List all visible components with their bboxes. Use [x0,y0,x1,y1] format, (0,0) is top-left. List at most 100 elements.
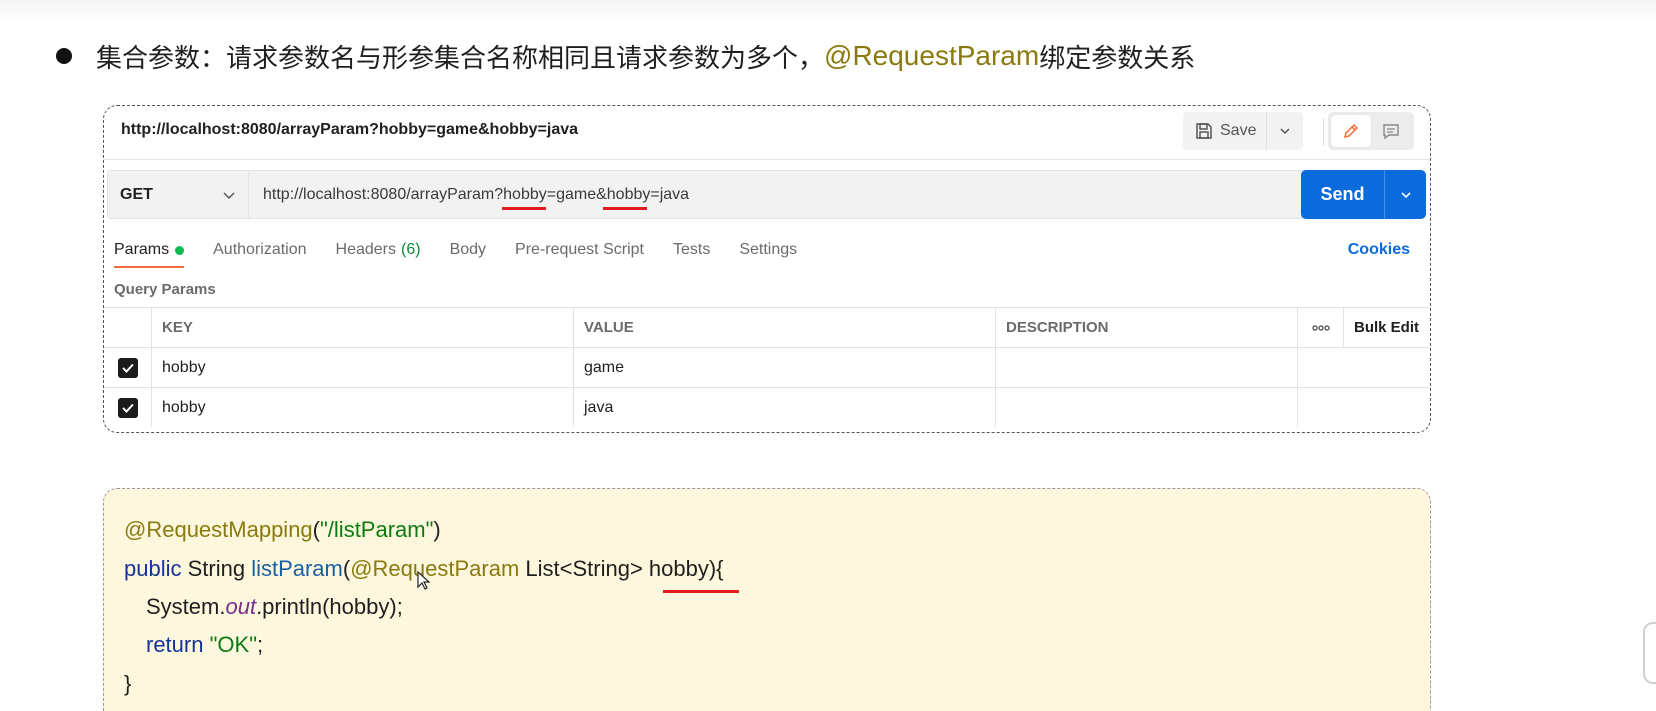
save-button[interactable]: Save [1183,112,1268,150]
code-panel: @RequestMapping("/listParam") public Str… [103,488,1431,711]
comment-icon [1383,124,1399,140]
tab-authorization[interactable]: Authorization [213,230,306,270]
code-keyword: public [124,556,182,581]
code-text: .println(hobby); [256,594,403,619]
code-text: List<String> hobby){ [519,556,724,581]
checkbox-checked-icon [117,397,138,418]
url-part-base: http://localhost:8080/arrayParam? [263,185,504,203]
code-text: String [181,556,252,581]
request-tabs: Params Authorization Headers (6) Body Pre… [114,230,826,270]
code-text: ) [433,517,441,542]
code-string: "OK" [209,632,258,657]
tab-label: Authorization [213,241,307,258]
code-text: ( [312,517,320,542]
headers-count: (6) [401,241,421,258]
postman-panel: http://localhost:8080/arrayParam?hobby=g… [103,105,1431,433]
chevron-down-icon [1400,191,1411,198]
column-header-description: DESCRIPTION [996,308,1298,347]
tab-label: Body [449,241,487,258]
code-underline-hobby [663,590,739,593]
bullet-tail: 绑定参数关系 [1039,43,1196,74]
tab-headers[interactable]: Headers (6) [336,230,421,270]
code-keyword: return [146,632,204,657]
request-title[interactable]: http://localhost:8080/arrayParam?hobby=g… [121,121,578,139]
method-value: GET [120,185,153,203]
checkbox-checked-icon [117,357,138,378]
table-header-row: KEY VALUE DESCRIPTION Bulk Edit [104,307,1430,347]
cursor-pointer-icon [417,571,431,590]
cookies-link[interactable]: Cookies [1348,230,1410,270]
column-header-key: KEY [152,308,574,347]
query-params-table: KEY VALUE DESCRIPTION Bulk Edit hobby ga… [104,307,1430,427]
send-options-button[interactable] [1385,170,1426,219]
save-options-button[interactable] [1267,112,1303,150]
pencil-icon [1343,123,1359,139]
param-description-cell[interactable] [996,388,1298,427]
code-text: ( [342,556,351,581]
url-part-end: =java [650,185,690,203]
header-check-cell [104,308,152,347]
url-part-key2: hobby [606,185,651,203]
url-part-mid: =game& [546,185,607,203]
row-trailing-cell [1298,388,1430,427]
url-input[interactable]: http://localhost:8080/arrayParam? hobby =g… [249,170,1329,219]
code-line-1: @RequestMapping("/listParam") [124,515,441,545]
code-line-5: } [124,669,131,699]
code-annotation: @RequestMapping [124,517,313,542]
header-divider [1323,118,1324,146]
code-field: out [225,594,257,619]
tab-body[interactable]: Body [450,230,486,270]
edit-mode-button[interactable] [1331,115,1371,147]
send-group: Send [1301,170,1426,219]
code-text: } [124,671,132,696]
bullet-text: 集合参数：请求参数名与形参集合名称相同且请求参数为多个， [96,43,825,74]
tab-label: Headers [335,241,396,258]
request-row: GET http://localhost:8080/arrayParam? hob… [107,170,1329,219]
tab-label: Settings [739,241,798,258]
column-options-button[interactable] [1298,308,1344,347]
code-text: ; [257,632,264,657]
query-params-label: Query Params [114,281,216,298]
method-select[interactable]: GET [107,170,249,219]
save-label: Save [1220,122,1257,139]
request-header: http://localhost:8080/arrayParam?hobby=g… [104,106,1430,160]
side-handle[interactable] [1643,622,1656,684]
params-active-dot [175,245,185,255]
url-part-key1: hobby [503,185,547,203]
tab-label: Tests [672,241,711,258]
tab-label: Params [114,241,170,258]
bullet-highlight: @RequestParam [824,40,1040,71]
send-button[interactable]: Send [1301,170,1385,219]
param-key-cell[interactable]: hobby [152,388,574,427]
code-line-4: return "OK"; [146,630,263,660]
table-row: hobby game [104,347,1430,387]
code-text: System. [146,594,226,619]
url-underline-hobby-2 [603,207,647,210]
bulk-edit-button[interactable]: Bulk Edit [1344,308,1430,347]
more-horiz-icon [1311,324,1330,331]
row-checkbox[interactable] [104,388,152,427]
param-value-cell[interactable]: game [574,348,996,387]
comments-button[interactable] [1371,115,1411,147]
param-value-cell[interactable]: java [574,388,996,427]
param-key-cell[interactable]: hobby [152,348,574,387]
tab-settings[interactable]: Settings [739,230,797,270]
param-description-cell[interactable] [996,348,1298,387]
code-function: listParam [251,556,343,581]
code-string: "/listParam" [320,517,434,542]
code-line-3: System. out .println(hobby); [146,592,403,622]
row-checkbox[interactable] [104,348,152,387]
save-group: Save [1183,112,1303,150]
row-trailing-cell [1298,348,1430,387]
view-mode-toggle [1328,112,1414,150]
chevron-down-icon [223,191,235,199]
table-row: hobby java [104,387,1430,427]
url-underline-hobby-1 [502,207,546,210]
tab-params[interactable]: Params [114,230,185,270]
chevron-down-icon [1280,128,1290,135]
column-header-value: VALUE [574,308,996,347]
tab-pre-request-script[interactable]: Pre-request Script [515,230,644,270]
tab-tests[interactable]: Tests [673,230,710,270]
top-fade [0,0,1656,22]
save-icon [1196,123,1212,139]
